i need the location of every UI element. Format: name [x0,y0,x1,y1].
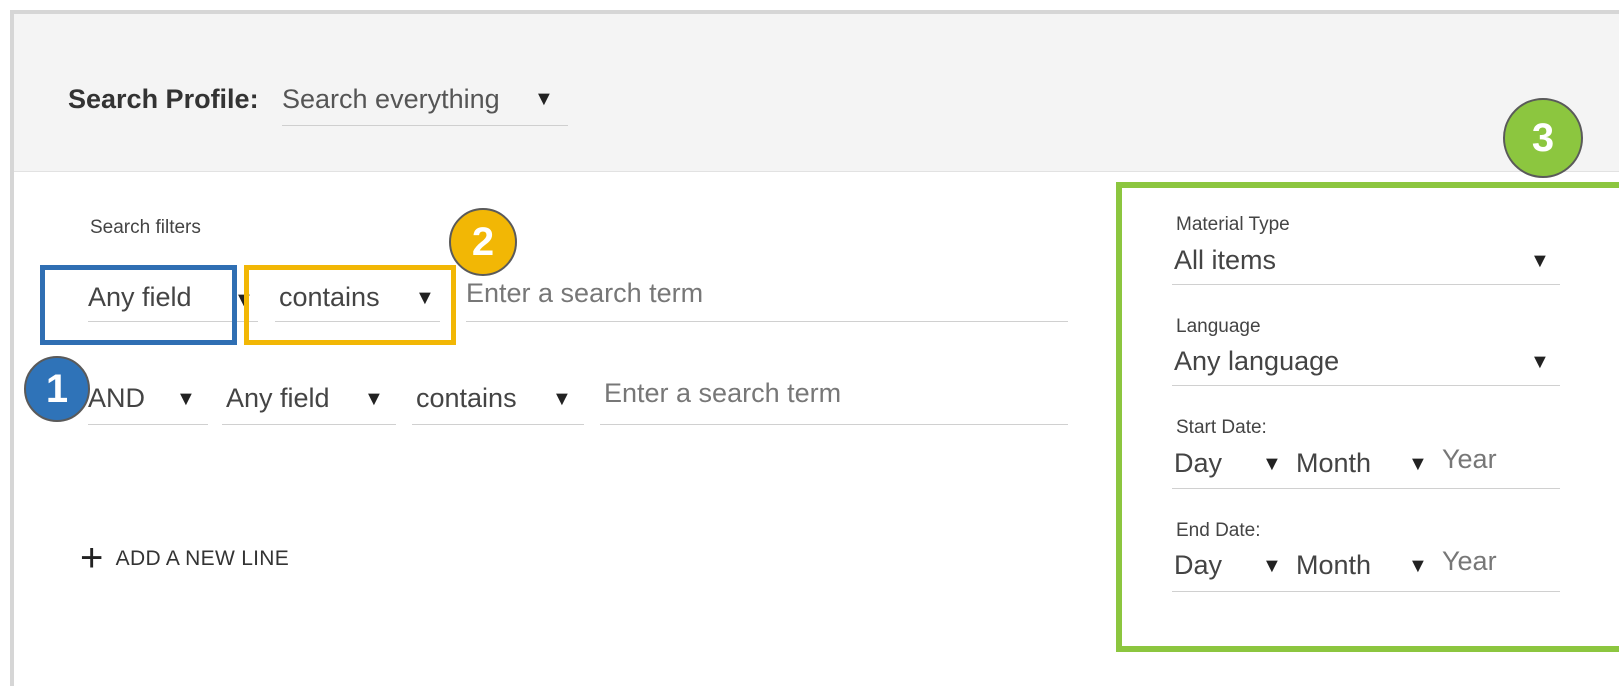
add-new-line-button[interactable]: + ADD A NEW LINE [80,536,289,581]
add-new-line-label: ADD A NEW LINE [115,547,290,570]
row2-operator-select[interactable]: contains ▼ [412,383,584,425]
row1-search-term-placeholder: Enter a search term [466,278,704,308]
row2-field-value: Any field [226,383,330,413]
highlight-operator-box [244,265,456,345]
search-filters-label: Search filters [90,217,201,238]
row1-search-term-input[interactable]: Enter a search term [466,278,1068,322]
caret-down-icon: ▼ [176,388,196,410]
annotation-badge-2: 2 [449,208,517,276]
row2-boolean-select[interactable]: AND ▼ [88,383,208,425]
search-profile-label: Search Profile: [68,84,259,114]
row2-search-term-placeholder: Enter a search term [604,378,842,408]
highlight-field-box [40,265,237,345]
row2-search-term-input[interactable]: Enter a search term [600,378,1068,425]
row2-field-select[interactable]: Any field ▼ [222,383,396,425]
annotation-badge-1: 1 [24,356,90,422]
caret-down-icon: ▼ [552,388,572,410]
annotation-badge-3: 3 [1503,98,1583,178]
caret-down-icon: ▼ [534,88,554,110]
caret-down-icon: ▼ [364,388,384,410]
highlight-side-filters-box [1116,182,1619,652]
search-profile-select[interactable]: Search everything ▼ [282,84,568,126]
row2-boolean-value: AND [88,383,146,413]
row2-operator-value: contains [416,383,517,413]
search-profile-value: Search everything [282,84,500,114]
plus-icon: + [80,536,104,580]
